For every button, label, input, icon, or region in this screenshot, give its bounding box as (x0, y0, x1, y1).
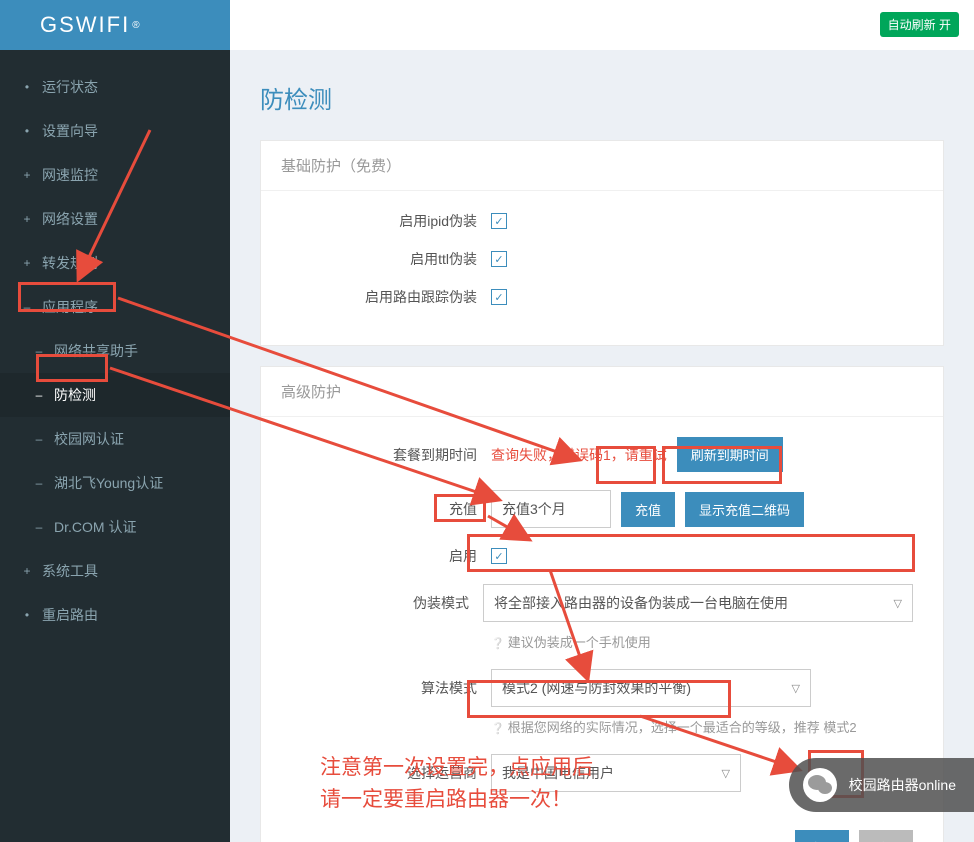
row-mode-hint: 建议伪装成一个手机使用 (291, 626, 913, 651)
dash-icon: – (32, 388, 46, 402)
mode-hint: 建议伪装成一个手机使用 (491, 632, 651, 651)
plus-icon: + (20, 256, 34, 270)
chevron-down-icon: ▽ (722, 767, 730, 780)
label-ipid: 启用ipid伪装 (291, 211, 491, 231)
row-algo: 算法模式 模式2 (网速与防封效果的平衡) ▽ (291, 669, 913, 707)
brand-text: GSWIFI (40, 12, 130, 38)
warn-line1: 注意第一次设置完，点应用后 (320, 752, 593, 784)
nav-forward[interactable]: +转发规则 (0, 241, 230, 285)
minus-icon: – (20, 300, 34, 314)
label-enable: 启用 (291, 546, 491, 566)
nav-wizard[interactable]: •设置向导 (0, 109, 230, 153)
nav-tools[interactable]: +系统工具 (0, 549, 230, 593)
nav-speed[interactable]: +网速监控 (0, 153, 230, 197)
apply-button[interactable]: 应用 (795, 830, 849, 842)
label-algo: 算法模式 (291, 678, 491, 698)
wechat-banner: 校园路由器online (789, 758, 974, 812)
nav-hubei[interactable]: –湖北飞Young认证 (0, 461, 230, 505)
nav-share[interactable]: –网络共享助手 (0, 329, 230, 373)
nav-reboot[interactable]: •重启路由 (0, 593, 230, 637)
app-root: GSWIFI ® •运行状态 •设置向导 +网速监控 +网络设置 +转发规则 –… (0, 0, 974, 842)
checkbox-route[interactable]: ✓ (491, 289, 507, 305)
label-recharge: 充值 (291, 499, 491, 519)
chevron-down-icon: ▽ (894, 597, 902, 610)
label-mode: 伪装模式 (291, 593, 483, 613)
label-route: 启用路由跟踪伪装 (291, 287, 491, 307)
nav-network[interactable]: +网络设置 (0, 197, 230, 241)
annotation-warning: 注意第一次设置完，点应用后 请一定要重启路由器一次！ (320, 752, 593, 815)
plus-icon: + (20, 564, 34, 578)
expire-error: 查询失败，错误码1，请重试 (491, 445, 667, 465)
nav-status[interactable]: •运行状态 (0, 65, 230, 109)
algo-hint: 根据您网络的实际情况，选择一个最适合的等级，推荐 模式2 (491, 717, 857, 736)
footer-actions: 应用 重置 (261, 830, 943, 842)
row-ipid: 启用ipid伪装 ✓ (291, 211, 913, 231)
sidebar: GSWIFI ® •运行状态 •设置向导 +网速监控 +网络设置 +转发规则 –… (0, 0, 230, 842)
warn-line2: 请一定要重启路由器一次！ (320, 784, 593, 816)
panel-basic-body: 启用ipid伪装 ✓ 启用ttl伪装 ✓ 启用路由跟踪伪装 ✓ (261, 191, 943, 345)
dot-icon: • (20, 124, 34, 138)
wechat-icon (803, 768, 837, 802)
panel-basic: 基础防护（免费） 启用ipid伪装 ✓ 启用ttl伪装 ✓ 启用路由跟踪伪装 ✓ (260, 140, 944, 346)
mode-value: 将全部接入路由器的设备伪装成一台电脑在使用 (494, 593, 788, 613)
row-enable: 启用 ✓ (291, 546, 913, 566)
algo-value: 模式2 (网速与防封效果的平衡) (502, 678, 691, 698)
brand-logo: GSWIFI ® (0, 0, 230, 50)
plus-icon: + (20, 212, 34, 226)
checkbox-ipid[interactable]: ✓ (491, 213, 507, 229)
nav-detect[interactable]: –防检测 (0, 373, 230, 417)
row-ttl: 启用ttl伪装 ✓ (291, 249, 913, 269)
checkbox-ttl[interactable]: ✓ (491, 251, 507, 267)
nav-apps-sub: –网络共享助手 –防检测 –校园网认证 –湖北飞Young认证 –Dr.COM … (0, 329, 230, 549)
nav-drcom[interactable]: –Dr.COM 认证 (0, 505, 230, 549)
plus-icon: + (20, 168, 34, 182)
content: 防检测 基础防护（免费） 启用ipid伪装 ✓ 启用ttl伪装 ✓ 启用路由跟踪… (230, 50, 974, 842)
show-qr-button[interactable]: 显示充值二维码 (685, 492, 804, 527)
page-title: 防检测 (260, 80, 944, 115)
chevron-down-icon: ▽ (792, 682, 800, 695)
recharge-select[interactable]: 充值3个月 (491, 490, 611, 528)
row-route: 启用路由跟踪伪装 ✓ (291, 287, 913, 307)
refresh-expire-button[interactable]: 刷新到期时间 (677, 437, 783, 472)
dash-icon: – (32, 476, 46, 490)
row-recharge: 充值 充值3个月 充值 显示充值二维码 (291, 490, 913, 528)
recharge-button[interactable]: 充值 (621, 492, 675, 527)
dash-icon: – (32, 432, 46, 446)
main: 自动刷新 开 防检测 基础防护（免费） 启用ipid伪装 ✓ 启用ttl伪装 ✓ (230, 0, 974, 842)
dot-icon: • (20, 80, 34, 94)
nav-apps[interactable]: –应用程序 (0, 285, 230, 329)
dash-icon: – (32, 344, 46, 358)
auto-refresh-badge[interactable]: 自动刷新 开 (880, 12, 959, 37)
topbar: 自动刷新 开 (230, 0, 974, 50)
nav-campus[interactable]: –校园网认证 (0, 417, 230, 461)
label-ttl: 启用ttl伪装 (291, 249, 491, 269)
mode-select[interactable]: 将全部接入路由器的设备伪装成一台电脑在使用 ▽ (483, 584, 913, 622)
panel-basic-title: 基础防护（免费） (261, 141, 943, 191)
label-expire: 套餐到期时间 (291, 445, 491, 465)
dot-icon: • (20, 608, 34, 622)
row-expire: 套餐到期时间 查询失败，错误码1，请重试 刷新到期时间 (291, 437, 913, 472)
reset-button[interactable]: 重置 (859, 830, 913, 842)
nav: •运行状态 •设置向导 +网速监控 +网络设置 +转发规则 –应用程序 –网络共… (0, 50, 230, 637)
row-mode: 伪装模式 将全部接入路由器的设备伪装成一台电脑在使用 ▽ (291, 584, 913, 622)
brand-sup: ® (132, 20, 141, 31)
recharge-value: 充值3个月 (502, 499, 566, 519)
checkbox-enable[interactable]: ✓ (491, 548, 507, 564)
wechat-text: 校园路由器online (849, 775, 956, 795)
algo-select[interactable]: 模式2 (网速与防封效果的平衡) ▽ (491, 669, 811, 707)
row-algo-hint: 根据您网络的实际情况，选择一个最适合的等级，推荐 模式2 (291, 711, 913, 736)
panel-advanced-title: 高级防护 (261, 367, 943, 417)
dash-icon: – (32, 520, 46, 534)
